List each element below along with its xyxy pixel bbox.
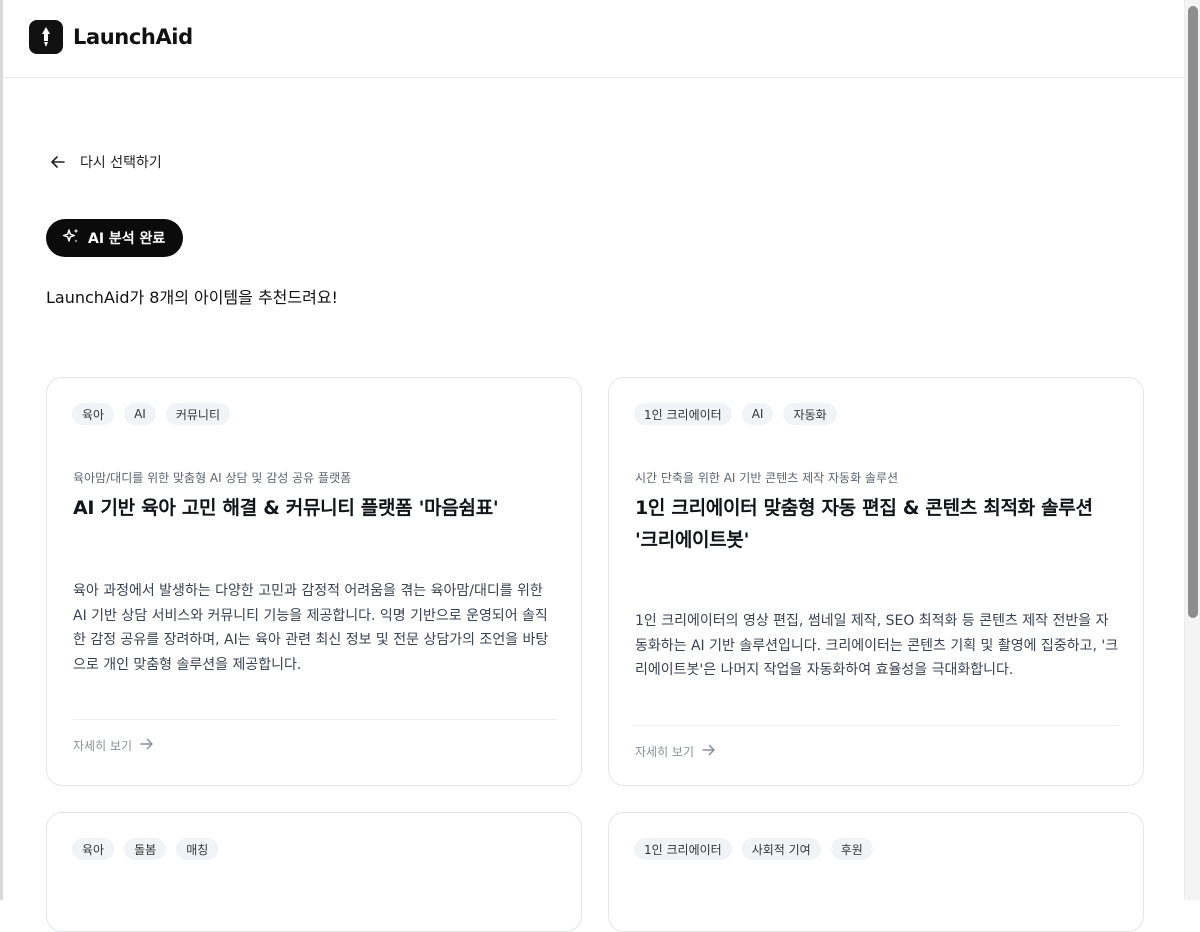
card-divider	[73, 719, 557, 720]
tag: 육아	[72, 403, 115, 425]
card-subtitle: 시간 단축을 위한 AI 기반 콘텐츠 제작 자동화 솔루션	[635, 471, 899, 485]
logo-link[interactable]: LaunchAid	[29, 20, 193, 54]
rocket-icon	[29, 20, 63, 54]
card-title: 1인 크리에이터 맞춤형 자동 편집 & 콘텐츠 최적화 솔루션 '크리에이트봇…	[635, 497, 1093, 551]
top-header: LaunchAid	[3, 0, 1184, 78]
tag: AI	[124, 403, 156, 425]
details-link-label: 자세히 보기	[635, 745, 695, 759]
tag: 육아	[72, 838, 115, 860]
details-link[interactable]: 자세히 보기	[635, 743, 716, 760]
tag: 매칭	[176, 838, 219, 860]
back-button[interactable]: 다시 선택하기	[50, 152, 162, 172]
tag-list: 육아 AI 커뮤니티	[72, 403, 231, 425]
card-divider	[635, 725, 1119, 726]
badge-label: AI 분석 완료	[88, 231, 166, 247]
card-subtitle: 육아맘/대디를 위한 맞춤형 AI 상담 및 감성 공유 플랫폼	[73, 471, 352, 485]
recommendation-summary: LaunchAid가 8개의 아이템을 추천드려요!	[46, 288, 338, 307]
back-label: 다시 선택하기	[80, 155, 162, 171]
sparkles-icon	[62, 227, 80, 249]
tag: 자동화	[783, 403, 837, 425]
details-link-label: 자세히 보기	[73, 739, 133, 753]
arrow-right-icon	[140, 738, 154, 753]
details-link[interactable]: 자세히 보기	[73, 737, 154, 754]
recommendation-card[interactable]: 육아 AI 커뮤니티 육아맘/대디를 위한 맞춤형 AI 상담 및 감성 공유 …	[46, 377, 582, 786]
arrow-right-icon	[702, 744, 716, 759]
scrollbar[interactable]	[1184, 0, 1200, 900]
tag: 돌봄	[124, 838, 167, 860]
scrollbar-thumb[interactable]	[1188, 6, 1198, 618]
recommendation-card[interactable]: 1인 크리에이터 AI 자동화 시간 단축을 위한 AI 기반 콘텐츠 제작 자…	[608, 377, 1144, 786]
logo-text: LaunchAid	[73, 25, 193, 49]
card-description: 육아 과정에서 발생하는 다양한 고민과 감정적 어려움을 겪는 육아맘/대디를…	[73, 583, 549, 673]
tag: 커뮤니티	[165, 403, 231, 425]
recommendation-card[interactable]: 육아 돌봄 매칭	[46, 812, 582, 932]
tag: 사회적 기여	[741, 838, 821, 860]
card-title: AI 기반 육아 고민 해결 & 커뮤니티 플랫폼 '마음쉼표'	[73, 497, 499, 519]
recommendation-card[interactable]: 1인 크리에이터 사회적 기여 후원	[608, 812, 1144, 932]
tag: 1인 크리에이터	[634, 403, 732, 425]
tag: 후원	[830, 838, 873, 860]
tag-list: 1인 크리에이터 AI 자동화	[634, 403, 837, 425]
tag-list: 육아 돌봄 매칭	[72, 838, 219, 860]
tag-list: 1인 크리에이터 사회적 기여 후원	[634, 838, 873, 860]
tag: 1인 크리에이터	[634, 838, 732, 860]
ai-analysis-badge: AI 분석 완료	[46, 219, 184, 257]
arrow-left-icon	[50, 155, 66, 169]
tag: AI	[741, 403, 774, 425]
card-description: 1인 크리에이터의 영상 편집, 썸네일 제작, SEO 최적화 등 콘텐츠 제…	[635, 613, 1119, 678]
